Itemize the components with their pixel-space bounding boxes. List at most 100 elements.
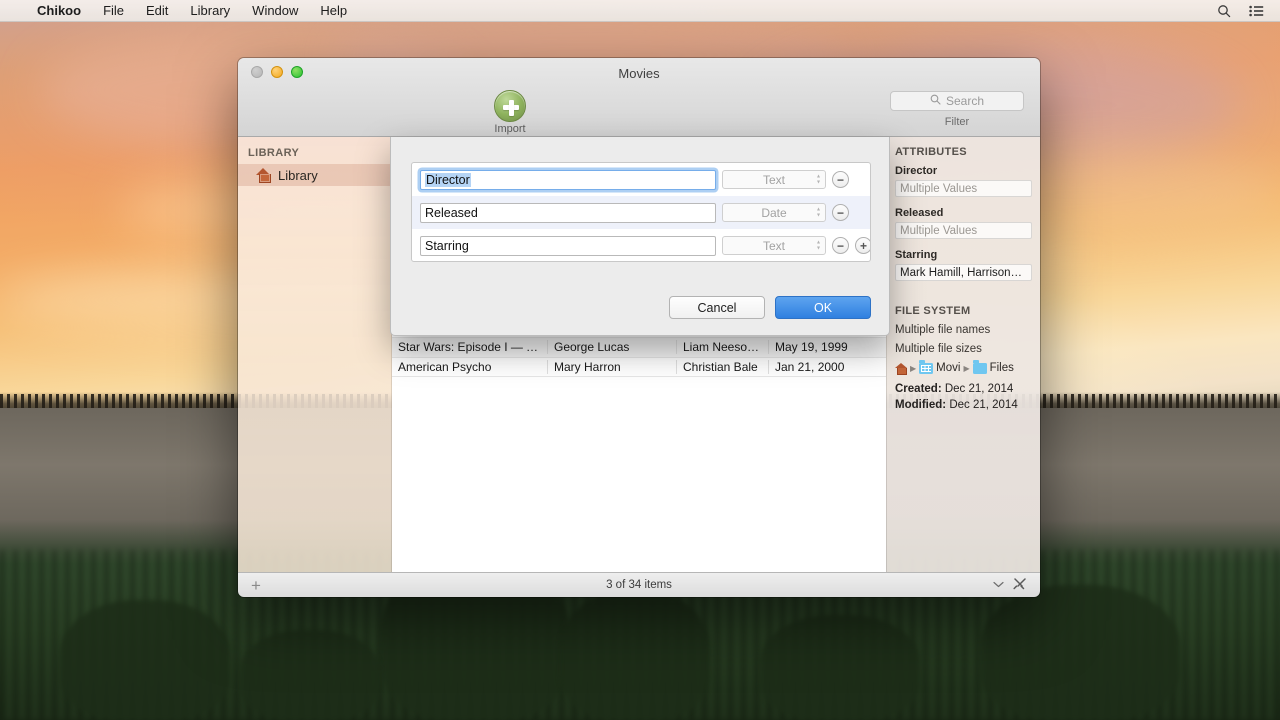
table-cell-title: American Psycho [392,359,548,374]
search-input[interactable]: Search [890,91,1024,111]
attribute-released: Released Multiple Values [895,207,1032,239]
menu-bar: Chikoo File Edit Library Window Help [0,0,1280,22]
remove-field-button[interactable]: − [832,204,849,221]
import-button[interactable]: Import [484,90,536,135]
field-name-input[interactable]: Starring [420,235,716,256]
filter-label: Filter [944,116,970,128]
search-placeholder: Search [945,94,985,108]
status-bar: + 3 of 34 items [238,572,1040,597]
files-folder-icon [972,360,987,374]
table-cell-director: George Lucas [548,340,677,355]
field-definition-list: DirectorText▴▾−+ReleasedDate▴▾−+Starring… [411,162,871,262]
table-cell-released: Jan 21, 2000 [775,359,845,374]
import-plus-icon [494,90,526,122]
chevron-down-icon[interactable] [993,579,1004,591]
breadcrumb-label-files: Files [989,362,1014,374]
search-field-wrapper: Search [890,91,1024,111]
import-button-label: Import [494,123,526,135]
field-name-text: Director [425,172,471,187]
file-sizes-value: Multiple file sizes [895,343,982,355]
file-names-value: Multiple file names [895,324,991,336]
sidebar: LIBRARY Library [238,137,392,572]
field-type-select[interactable]: Text ▴ ▾ [722,236,826,255]
inspector-panel: ATTRIBUTES Director Multiple Values Rele… [886,137,1040,572]
created-row: Created: Dec 21, 2014 [895,383,1032,395]
sidebar-section-library: LIBRARY [248,147,300,159]
modified-label: Modified: [895,399,947,411]
filesystem-section-header: FILE SYSTEM [895,305,971,317]
stepper-arrows-icon[interactable]: ▴ ▾ [816,239,820,251]
menu-item-edit[interactable]: Edit [135,0,179,22]
table-cell-released: May 19, 1999 [775,340,848,355]
attribute-value-released[interactable]: Multiple Values [895,222,1032,239]
menu-bar-status-items [1210,0,1280,22]
modified-value: Dec 21, 2014 [949,399,1018,411]
remove-field-button[interactable]: − [832,237,849,254]
table-cell-director: Mary Harron [548,359,677,374]
table-cell-starring: Liam Neeson,… [677,340,769,355]
search-icon [930,94,941,108]
breadcrumb[interactable]: ▶ Movi ▶ Files [895,360,1032,375]
window-toolbar: Movies Import Search Filter [238,58,1040,137]
table-row[interactable]: American Psycho Mary Harron Christian Bale… [392,358,886,377]
wallpaper-tree [240,630,380,720]
item-count-label: 3 of 34 items [606,579,672,591]
wallpaper-tree [60,600,230,720]
created-label: Created: [895,383,942,395]
field-row: Starring Text ▴ ▾ − + [412,229,870,261]
field-type-label: Date [761,205,787,220]
status-bar-actions [993,577,1040,593]
sheet-button-row: Cancel OK [669,296,871,319]
tools-icon[interactable] [1013,577,1027,593]
menu-item-chikoo[interactable]: Chikoo [26,0,92,22]
stepper-down-icon: ▾ [816,245,820,251]
sidebar-item-label: Library [278,167,318,183]
attribute-label-released: Released [895,207,944,219]
stepper-down-icon: ▾ [816,212,820,218]
chevron-right-icon: ▶ [910,363,917,373]
attribute-value-starring[interactable]: Mark Hamill, Harrison… [895,264,1032,281]
attributes-section-header: ATTRIBUTES [895,146,967,158]
field-row: DirectorText▴▾−+ [412,163,870,196]
window-title: Movies [618,66,660,81]
spotlight-search-icon[interactable] [1210,0,1238,22]
notification-center-icon[interactable] [1242,0,1270,22]
cancel-button[interactable]: Cancel [669,296,765,319]
remove-field-button[interactable]: − [832,171,849,188]
menu-item-file[interactable]: File [92,0,135,22]
field-row: ReleasedDate▴▾−+ [412,196,870,229]
table-cell-title: Star Wars: Episode I — Th… [392,340,548,355]
add-field-button[interactable]: + [855,237,870,254]
wallpaper-tree [760,615,920,720]
wallpaper-tree [980,585,1180,720]
wallpaper-tree [560,590,710,720]
field-name-input[interactable]: Released [420,202,716,223]
attribute-label-director: Director [895,165,938,177]
attribute-label-starring: Starring [895,249,938,261]
menu-item-window[interactable]: Window [241,0,309,22]
breadcrumb-label-movies: Movi [936,362,961,374]
menu-item-library[interactable]: Library [179,0,241,22]
field-type-label: Text [762,238,785,253]
attribute-director: Director Multiple Values [895,165,1032,197]
table-cell-starring: Christian Bale [677,359,769,374]
attribute-starring: Starring Mark Hamill, Harrison… [895,249,1032,281]
movies-folder-icon [919,360,934,374]
created-value: Dec 21, 2014 [944,383,1014,395]
stepper-down-icon: ▾ [816,179,820,185]
menu-item-help[interactable]: Help [309,0,358,22]
field-type-select[interactable]: Text ▴ ▾ [722,170,826,189]
attribute-value-director[interactable]: Multiple Values [895,180,1032,197]
edit-columns-sheet: DirectorText▴▾−+ReleasedDate▴▾−+Starring… [390,137,890,336]
chevron-right-icon: ▶ [963,363,970,373]
field-type-label: Text [762,172,785,187]
table-row[interactable]: Star Wars: Episode I — Th… George Lucas Li… [392,338,886,358]
stepper-arrows-icon[interactable]: ▴ ▾ [816,206,820,218]
file-system-section: FILE SYSTEM Multiple file names Multiple… [895,305,1032,411]
home-icon [895,362,907,375]
sidebar-item-library[interactable]: Library [238,164,391,186]
stepper-arrows-icon[interactable]: ▴ ▾ [816,173,820,185]
field-name-input[interactable]: Director [420,169,716,190]
field-type-select[interactable]: Date ▴ ▾ [722,203,826,222]
ok-button[interactable]: OK [775,296,871,319]
